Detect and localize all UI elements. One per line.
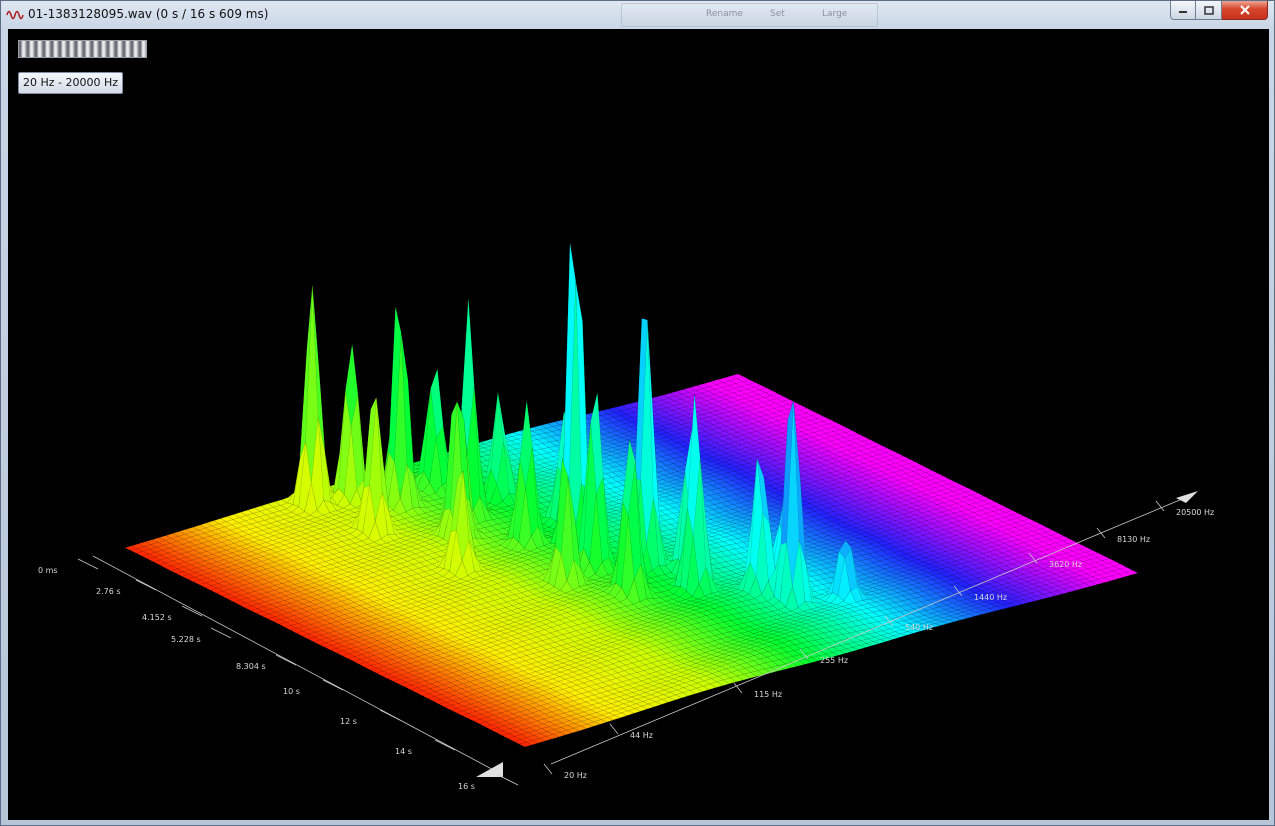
ghost-button-label: Large <box>822 9 848 19</box>
frequency-tick <box>543 763 553 775</box>
time-tick <box>322 679 344 691</box>
time-tick-label: 10 s <box>283 687 300 696</box>
time-tick <box>135 579 157 591</box>
window-title: 01-1383128095.wav (0 s / 16 s 609 ms) <box>28 7 269 21</box>
spectrum-3d-plot[interactable]: 0 ms 2.76 s 4.152 s 5.228 s 8.304 s 10 s 12 s 1… <box>8 29 1269 820</box>
background-toolbar-ghost: Rename Set Large <box>621 3 878 27</box>
time-axis-arrow-icon <box>476 762 503 777</box>
position-slider[interactable] <box>18 40 147 58</box>
minimize-icon <box>1179 11 1187 13</box>
frequency-tick-label: 540 Hz <box>905 623 933 632</box>
spectrogram-viewport[interactable]: 0 ms 2.76 s 4.152 s 5.228 s 8.304 s 10 s 12 s 1… <box>8 29 1269 820</box>
time-tick <box>77 558 99 570</box>
frequency-tick-label: 115 Hz <box>754 690 782 699</box>
maximize-button[interactable] <box>1196 1 1222 20</box>
time-tick <box>181 605 203 617</box>
frequency-tick-label: 8130 Hz <box>1117 535 1150 544</box>
app-window: 01-1383128095.wav (0 s / 16 s 609 ms) Re… <box>0 0 1275 826</box>
close-icon <box>1239 5 1250 15</box>
frequency-tick <box>609 723 619 735</box>
ghost-button-label: Set <box>770 9 785 19</box>
caption-buttons <box>1170 1 1268 21</box>
ghost-button-label: Rename <box>706 9 743 19</box>
frequency-range-button[interactable]: 20 Hz - 20000 Hz <box>18 72 124 94</box>
time-tick-label: 4.152 s <box>142 613 172 622</box>
time-tick-label: 5.228 s <box>171 635 201 644</box>
time-tick-label: 16 s <box>458 782 475 791</box>
frequency-tick-label: 20500 Hz <box>1176 508 1214 517</box>
maximize-icon <box>1203 5 1214 15</box>
time-tick-label: 0 ms <box>38 566 58 575</box>
time-tick <box>434 739 456 751</box>
time-tick <box>379 709 401 721</box>
frequency-tick-label: 1440 Hz <box>974 593 1007 602</box>
frequency-tick-label: 255 Hz <box>820 656 848 665</box>
frequency-tick-label: 44 Hz <box>630 731 653 740</box>
close-button[interactable] <box>1222 1 1268 20</box>
time-tick <box>210 627 232 639</box>
time-tick-label: 14 s <box>395 747 412 756</box>
surface-mesh <box>124 242 1139 748</box>
time-tick-label: 12 s <box>340 717 357 726</box>
minimize-button[interactable] <box>1170 1 1196 20</box>
waveform-icon <box>6 10 24 20</box>
frequency-tick-label: 20 Hz <box>564 771 587 780</box>
frequency-axis-arrow-icon <box>1176 491 1198 503</box>
title-bar[interactable]: 01-1383128095.wav (0 s / 16 s 609 ms) Re… <box>1 1 1274 28</box>
frequency-tick <box>1096 527 1106 539</box>
frequency-tick-label: 3620 Hz <box>1049 560 1082 569</box>
time-tick-label: 8.304 s <box>236 662 266 671</box>
time-tick <box>497 774 519 786</box>
time-tick-label: 2.76 s <box>96 587 121 596</box>
time-tick <box>275 654 297 666</box>
